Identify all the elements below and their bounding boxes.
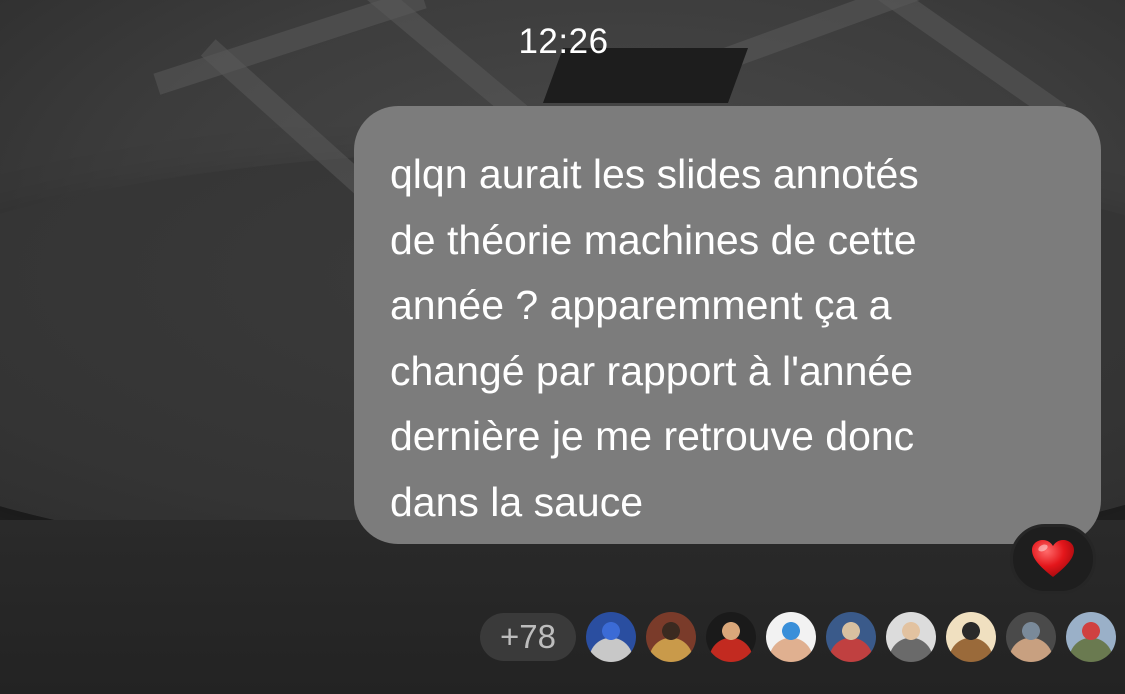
message-text: qlqn aurait les slides annotés de théori… [390, 151, 919, 525]
avatar-manga-face[interactable] [946, 612, 996, 662]
avatar-costume[interactable] [646, 612, 696, 662]
red-heart-icon [1032, 540, 1074, 577]
seen-by-more-count[interactable]: +78 [480, 613, 576, 661]
reaction-badge[interactable] [1010, 524, 1096, 594]
avatar-cartoon-penguin[interactable] [766, 612, 816, 662]
message-bubble[interactable]: qlqn aurait les slides annotés de théori… [354, 106, 1101, 544]
message-timestamp: 12:26 [518, 22, 609, 61]
avatar-runner[interactable] [586, 612, 636, 662]
avatar-red-cap[interactable] [706, 612, 756, 662]
avatar-kid-white[interactable] [886, 612, 936, 662]
wallpaper-floor [0, 520, 1125, 694]
avatar-group-photo[interactable] [826, 612, 876, 662]
avatar-street[interactable] [1066, 612, 1116, 662]
avatar-young-man[interactable] [1006, 612, 1056, 662]
seen-by-row[interactable]: +78 [480, 612, 1125, 662]
